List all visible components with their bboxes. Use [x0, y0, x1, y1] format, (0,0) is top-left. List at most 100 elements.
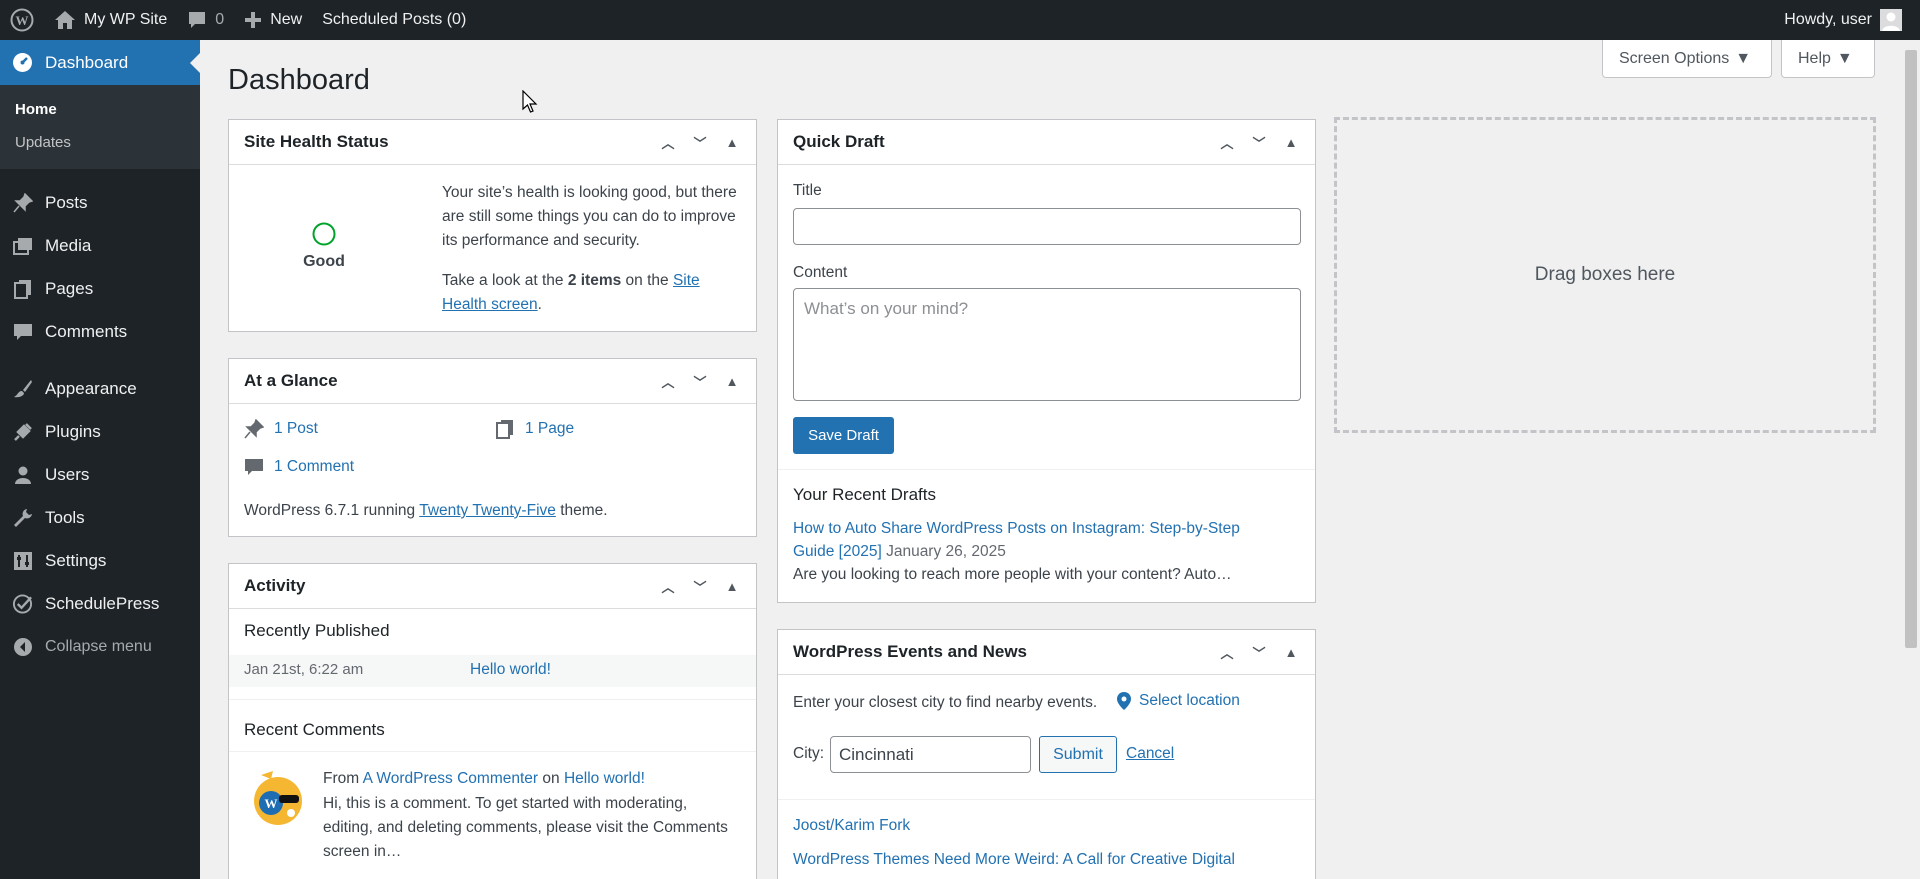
move-up-icon[interactable]: ︿: [659, 577, 677, 596]
sidebar-item-dashboard[interactable]: Dashboard: [0, 40, 200, 85]
sidebar-item-label: Appearance: [45, 378, 137, 398]
city-label: City:: [793, 745, 824, 762]
pushpin-icon: [244, 419, 264, 439]
screen-options-button[interactable]: Screen Options ▼: [1602, 40, 1772, 78]
comment-post-link[interactable]: Hello world!: [564, 770, 645, 787]
pages-icon: [496, 420, 513, 439]
sidebar-item-appearance[interactable]: Appearance: [0, 367, 200, 410]
sidebar-item-users[interactable]: Users: [0, 453, 200, 496]
sidebar-item-media[interactable]: Media: [0, 224, 200, 267]
text-fragment: on: [542, 770, 560, 787]
move-up-icon[interactable]: ︿: [659, 133, 677, 152]
comments-menu[interactable]: 0: [177, 0, 234, 40]
widget-header[interactable]: Quick Draft ︿ ﹀ ▲: [778, 120, 1315, 165]
pages-count-link[interactable]: 1 Page: [525, 420, 574, 438]
news-link[interactable]: Joost/Karim Fork: [793, 817, 910, 835]
toggle-panel-icon[interactable]: ▲: [723, 579, 741, 594]
sidebar-item-schedulepress[interactable]: SchedulePress: [0, 582, 200, 625]
activity-widget: Activity ︿ ﹀ ▲ Recently Published Jan 21…: [228, 563, 757, 879]
scheduled-posts-label: Scheduled Posts (0): [322, 11, 467, 28]
draft-title-input[interactable]: [793, 208, 1301, 245]
help-button[interactable]: Help ▼: [1781, 40, 1875, 78]
city-input[interactable]: Cincinnati: [830, 736, 1031, 773]
page-scrollbar[interactable]: [1902, 40, 1920, 879]
draft-title-link[interactable]: How to Auto Share WordPress Posts on Ins…: [793, 520, 1240, 560]
admin-bar: W My WP Site 0 New Scheduled Posts (0) H…: [0, 0, 1920, 40]
widget-title: WordPress Events and News: [793, 642, 1027, 661]
comment-bubble-icon: [12, 321, 33, 342]
news-link[interactable]: WordPress Themes Need More Weird: A Call…: [793, 851, 1235, 869]
move-down-icon[interactable]: ﹀: [691, 133, 709, 152]
glance-posts[interactable]: 1 Post: [244, 419, 318, 439]
new-content-menu[interactable]: New: [234, 0, 312, 40]
empty-drop-zone: Drag boxes here: [1334, 117, 1876, 433]
toggle-panel-icon[interactable]: ▲: [723, 374, 741, 389]
health-status-label: Good: [303, 253, 345, 270]
submit-button[interactable]: Submit: [1039, 736, 1117, 773]
screen-options-label: Screen Options: [1619, 49, 1730, 67]
sidebar-item-posts[interactable]: Posts: [0, 181, 200, 224]
commenter-link[interactable]: A WordPress Commenter: [363, 770, 538, 787]
text-fragment: Take a look at the: [442, 272, 564, 289]
sidebar-item-tools[interactable]: Tools: [0, 496, 200, 539]
health-summary: Your site’s health is looking good, but …: [442, 184, 737, 249]
draft-content-label: Content: [793, 264, 848, 281]
text-fragment: WordPress 6.7.1 running: [244, 502, 416, 519]
toggle-panel-icon[interactable]: ▲: [723, 135, 741, 150]
widget-header[interactable]: Activity ︿ ﹀ ▲: [229, 564, 756, 609]
sidebar-item-settings[interactable]: Settings: [0, 539, 200, 582]
move-down-icon[interactable]: ﹀: [1250, 643, 1268, 662]
caret-down-icon: ▼: [1735, 49, 1752, 67]
move-up-icon[interactable]: ︿: [659, 372, 677, 391]
draft-date: January 26, 2025: [886, 543, 1006, 560]
save-draft-button[interactable]: Save Draft: [793, 417, 894, 454]
draft-excerpt: Are you looking to reach more people wit…: [793, 566, 1232, 583]
widget-header[interactable]: At a Glance ︿ ﹀ ▲: [229, 359, 756, 404]
published-post-link[interactable]: Hello world!: [470, 661, 551, 679]
sidebar-item-plugins[interactable]: Plugins: [0, 410, 200, 453]
plus-icon: [245, 12, 262, 28]
text-fragment: .: [537, 296, 542, 313]
submenu-home[interactable]: Home: [0, 93, 200, 126]
collapse-arrow-icon: [12, 636, 33, 657]
widget-title: Site Health Status: [244, 132, 389, 151]
move-down-icon[interactable]: ﹀: [1250, 133, 1268, 152]
cancel-link[interactable]: Cancel: [1126, 745, 1174, 763]
collapse-menu-button[interactable]: Collapse menu: [0, 625, 200, 668]
sidebar-item-label: Media: [45, 235, 92, 255]
theme-link[interactable]: Twenty Twenty-Five: [419, 502, 556, 519]
user-icon: [12, 464, 33, 485]
toggle-panel-icon[interactable]: ▲: [1282, 135, 1300, 150]
events-prompt: Enter your closest city to find nearby e…: [793, 694, 1098, 711]
move-down-icon[interactable]: ﹀: [691, 372, 709, 391]
site-name-menu[interactable]: My WP Site: [44, 0, 177, 40]
move-up-icon[interactable]: ︿: [1218, 643, 1236, 662]
sidebar-item-comments[interactable]: Comments: [0, 310, 200, 353]
glance-comments[interactable]: 1 Comment: [244, 457, 354, 477]
my-account-menu[interactable]: Howdy, user: [1774, 0, 1920, 40]
at-a-glance-widget: At a Glance ︿ ﹀ ▲ 1 Post 1 Page 1 Commen…: [228, 358, 757, 537]
widget-header[interactable]: WordPress Events and News ︿ ﹀ ▲: [778, 630, 1315, 675]
move-down-icon[interactable]: ﹀: [691, 577, 709, 596]
widget-header[interactable]: Site Health Status ︿ ﹀ ▲: [229, 120, 756, 165]
glance-pages[interactable]: 1 Page: [495, 419, 574, 439]
submenu-updates[interactable]: Updates: [0, 126, 200, 159]
comment-bubble-icon: [245, 459, 263, 475]
wp-logo-menu[interactable]: W: [0, 0, 44, 40]
move-up-icon[interactable]: ︿: [1218, 133, 1236, 152]
select-location-button[interactable]: Select location: [1117, 692, 1240, 710]
draft-entry: How to Auto Share WordPress Posts on Ins…: [793, 517, 1283, 563]
sidebar-item-label: Tools: [45, 507, 85, 527]
text-fragment: theme.: [560, 502, 608, 519]
toggle-panel-icon[interactable]: ▲: [1282, 645, 1300, 660]
posts-count-link[interactable]: 1 Post: [274, 420, 318, 438]
mouse-cursor-icon: [522, 90, 538, 113]
scheduled-posts-menu[interactable]: Scheduled Posts (0): [312, 0, 476, 40]
scrollbar-thumb[interactable]: [1905, 50, 1917, 648]
quick-draft-widget: Quick Draft ︿ ﹀ ▲ Title Content What’s o…: [777, 119, 1316, 603]
sidebar-item-pages[interactable]: Pages: [0, 267, 200, 310]
draft-content-textarea[interactable]: What’s on your mind?: [793, 288, 1301, 401]
comments-count-link[interactable]: 1 Comment: [274, 458, 354, 476]
collapse-label: Collapse menu: [45, 637, 152, 655]
help-label: Help: [1798, 49, 1831, 67]
